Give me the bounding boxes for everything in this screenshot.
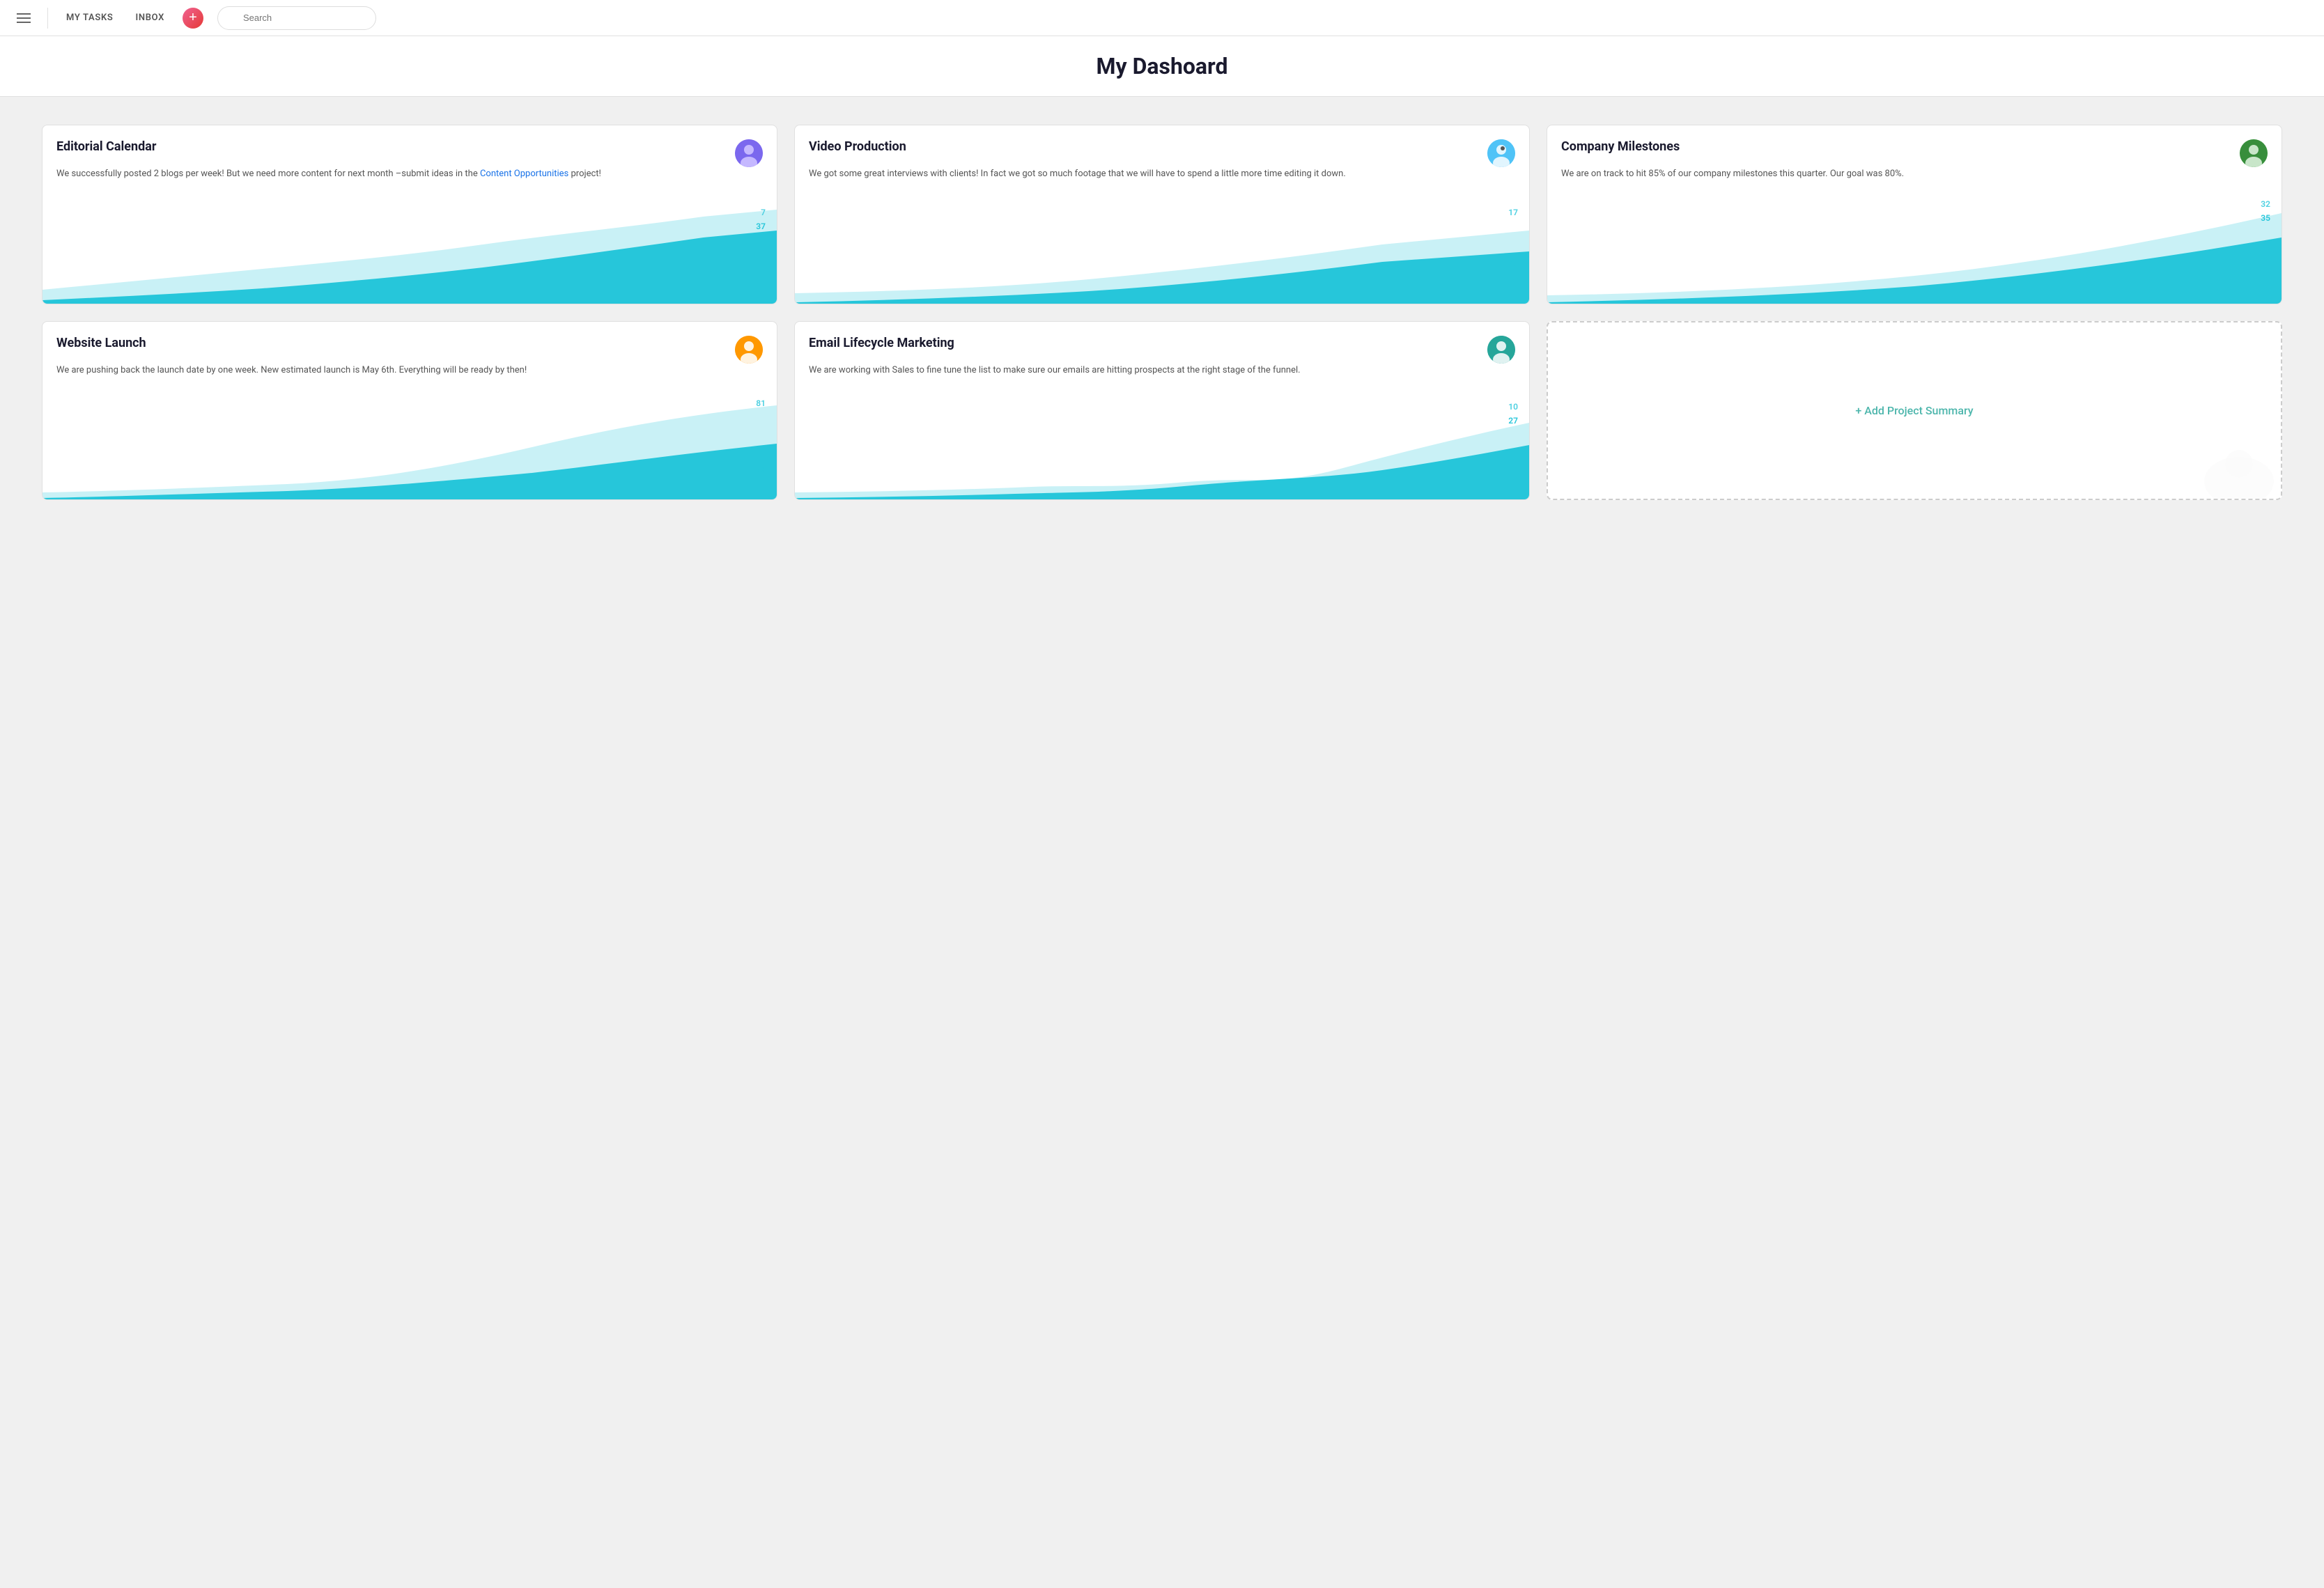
card-title-wrapper: Editorial Calendar — [56, 139, 156, 161]
card-editorial-calendar: Editorial Calendar We successfully poste… — [42, 125, 777, 304]
card-title-wrapper: Video Production — [809, 139, 906, 161]
card-video-production: Video Production We got some great inter… — [794, 125, 1530, 304]
card-email-lifecycle: Email Lifecycle Marketing We are working… — [794, 321, 1530, 501]
add-card-decoration — [2197, 443, 2281, 499]
card-website-launch: Website Launch We are pushing back the l… — [42, 321, 777, 501]
card-top: Email Lifecycle Marketing — [795, 322, 1529, 364]
cards-grid: Editorial Calendar We successfully poste… — [42, 125, 2282, 500]
chart-area: 10 27 — [795, 388, 1529, 499]
avatar — [735, 336, 763, 364]
card-title-wrapper: Company Milestones — [1561, 139, 1680, 161]
add-project-summary-label: + Add Project Summary — [1855, 404, 1973, 417]
avatar — [1487, 139, 1515, 167]
chart-label-bottom: 25 — [1508, 258, 1518, 268]
card-title: Video Production — [809, 139, 906, 154]
chart-area: 17 25 — [795, 192, 1529, 304]
card-body: We are working with Sales to fine tune t… — [795, 364, 1529, 389]
card-top: Video Production — [795, 125, 1529, 167]
card-title-wrapper: Website Launch — [56, 336, 146, 357]
inbox-link[interactable]: INBOX — [131, 10, 169, 26]
chart-label-bottom: 35 — [2261, 213, 2270, 223]
chart-label-bottom: 37 — [756, 221, 766, 231]
chart-label-bottom: 27 — [1508, 416, 1518, 426]
avatar — [1487, 336, 1515, 364]
chart-label-top: 7 — [761, 208, 766, 217]
card-body: We got some great interviews with client… — [795, 167, 1529, 192]
chart-label-top: 10 — [1508, 402, 1518, 412]
hamburger-menu[interactable] — [14, 10, 33, 26]
avatar — [2240, 139, 2268, 167]
search-input[interactable] — [217, 6, 376, 30]
topnav: MY TASKS INBOX + ⚲ — [0, 0, 2324, 36]
chart-label-top: 17 — [1508, 208, 1518, 217]
chart-label-top: 81 — [756, 398, 766, 408]
chart-label-top: 32 — [2261, 199, 2270, 209]
content-opportunities-link[interactable]: Content Opportunities — [480, 169, 568, 179]
card-body: We successfully posted 2 blogs per week!… — [42, 167, 777, 192]
add-project-summary-card[interactable]: + Add Project Summary — [1547, 321, 2282, 501]
card-top: Company Milestones — [1547, 125, 2282, 167]
chart-area: 81 22 — [42, 388, 777, 499]
card-top: Website Launch — [42, 322, 777, 364]
card-body: We are on track to hit 85% of our compan… — [1547, 167, 2282, 192]
card-title: Website Launch — [56, 336, 146, 350]
card-title: Company Milestones — [1561, 139, 1680, 154]
card-company-milestones: Company Milestones We are on track to hi… — [1547, 125, 2282, 304]
avatar — [735, 139, 763, 167]
page-title: My Dashoard — [17, 53, 2307, 79]
search-wrapper: ⚲ — [217, 6, 566, 30]
add-button[interactable]: + — [183, 8, 203, 29]
card-title-wrapper: Email Lifecycle Marketing — [809, 336, 954, 357]
page-title-section: My Dashoard — [0, 36, 2324, 97]
card-top: Editorial Calendar — [42, 125, 777, 167]
main-content: Editorial Calendar We successfully poste… — [0, 97, 2324, 528]
card-body: We are pushing back the launch date by o… — [42, 364, 777, 389]
card-title: Editorial Calendar — [56, 139, 156, 154]
card-title: Email Lifecycle Marketing — [809, 336, 954, 350]
nav-divider — [47, 8, 48, 29]
chart-label-bottom: 22 — [756, 465, 766, 474]
chart-area: 32 35 — [1547, 192, 2282, 304]
my-tasks-link[interactable]: MY TASKS — [62, 10, 117, 26]
chart-area: 7 37 — [42, 192, 777, 304]
